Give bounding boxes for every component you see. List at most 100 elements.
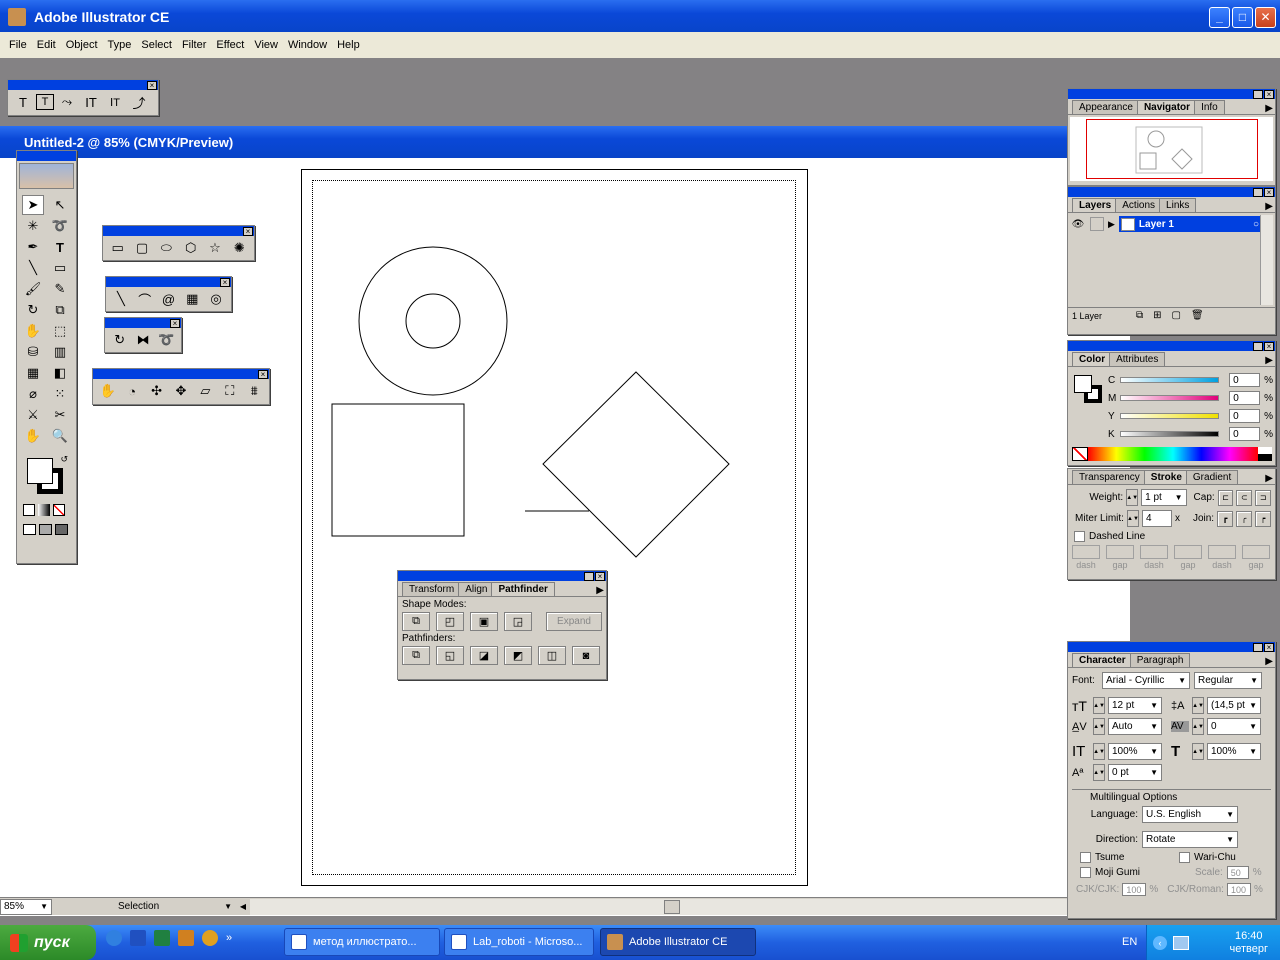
maximize-button[interactable]: □ [1232,6,1253,28]
line-segment-icon[interactable]: ╲ [110,289,132,309]
palette-menu-icon[interactable]: ▶ [596,585,604,596]
fill-swatch[interactable] [1074,375,1092,393]
taskbar-item-word-method[interactable]: метод иллюстрато... [284,928,440,956]
navigator-preview[interactable] [1070,117,1273,181]
flare-icon[interactable]: ✺ [229,238,250,258]
intersect-shape-icon[interactable]: ▣ [470,612,498,631]
status-mode-select[interactable]: Selection ▼ [58,899,236,915]
merge-icon[interactable]: ◪ [470,646,498,665]
layers-scrollbar[interactable] [1260,215,1273,305]
direction-select[interactable]: Rotate ▼ [1142,831,1238,848]
dropdown-arrow-icon[interactable]: ▼ [1150,722,1158,731]
rotate-tool-icon[interactable]: ↻ [22,300,44,320]
scrollbar-thumb[interactable] [664,899,680,914]
hand-tool-icon[interactable]: ✋ [22,426,44,446]
swap-icon[interactable]: ↺ [60,454,68,465]
dropdown-arrow-icon[interactable]: ▼ [1226,835,1234,844]
bevel-join-icon[interactable]: ┍ [1255,510,1272,527]
dropdown-arrow-icon[interactable]: ▼ [1249,701,1257,710]
rectangular-grid-icon[interactable]: ▦ [181,289,203,309]
dash-field[interactable] [1072,545,1100,559]
close-icon[interactable]: × [147,80,157,90]
type-tool-icon[interactable]: T [49,237,71,257]
screen-mode-menubar-icon[interactable] [39,524,52,535]
tab-transform[interactable]: Transform [402,582,462,596]
palette-menu-icon[interactable]: ▶ [1265,656,1273,667]
color-spectrum[interactable] [1072,447,1272,461]
minus-back-icon[interactable]: ◙ [572,646,600,665]
type-icon[interactable]: T [12,92,34,112]
tab-actions[interactable]: Actions [1115,198,1163,212]
selection-tool-icon[interactable]: ➤ [22,195,44,215]
tab-links[interactable]: Links [1159,198,1197,212]
outline-icon[interactable]: ◫ [538,646,566,665]
gradient-tool-icon[interactable]: ◧ [49,363,71,383]
kerning-field[interactable]: Auto ▼ [1108,718,1162,735]
color-slider-k[interactable]: K 0 % [1108,427,1273,441]
horizontal-scale-field[interactable]: 100% ▼ [1207,743,1261,760]
slice-tool-icon[interactable]: ⚔ [22,405,44,425]
eyedropper-tool-icon[interactable]: ⌀ [22,384,44,404]
scale-field[interactable]: 50 [1226,866,1249,879]
close-icon[interactable]: × [243,226,253,236]
vertical-area-type-icon[interactable]: ⅠT [104,92,126,112]
excel-icon[interactable] [154,930,170,946]
dropdown-arrow-icon[interactable]: ▼ [1150,768,1158,777]
subtract-shape-icon[interactable]: ◰ [436,612,464,631]
warichu-checkbox[interactable] [1179,852,1190,863]
quick-launch-chevron[interactable]: » [226,932,232,944]
tab-align[interactable]: Align [458,582,495,596]
leading-spinner[interactable]: ▲▼ [1192,697,1204,714]
minimize-icon[interactable]: _ [1253,187,1263,197]
dropdown-arrow-icon[interactable]: ▼ [1249,722,1257,731]
tab-attributes[interactable]: Attributes [1109,352,1166,366]
baseline-shift-field[interactable]: 0 pt ▼ [1108,764,1162,781]
lasso-tool-icon[interactable]: ➰ [49,216,71,236]
polar-grid-icon[interactable]: ◎ [205,289,227,309]
dropdown-arrow-icon[interactable]: ▼ [1249,747,1257,756]
bloat-icon[interactable]: ✥ [170,381,191,401]
expand-button[interactable]: Expand [546,612,602,631]
delete-layer-icon[interactable]: 🗑 [1191,310,1204,321]
new-layer-icon[interactable]: ▢ [1172,310,1181,321]
vertical-scale-field[interactable]: 100% ▼ [1108,743,1162,760]
weight-field[interactable]: 1 pt ▼ [1141,489,1187,506]
line-tool-icon[interactable]: ╲ [22,258,44,278]
divide-icon[interactable]: ⧉ [402,646,430,665]
spiral-icon[interactable]: @ [158,289,180,309]
tsume-checkbox[interactable] [1080,852,1091,863]
scissors-tool-icon[interactable]: ✂ [49,405,71,425]
blend-tool-icon[interactable]: ⁙ [49,384,71,404]
round-cap-icon[interactable]: ⊂ [1236,489,1253,506]
rectangle-tool-icon[interactable]: ▭ [49,258,71,278]
palette-menu-icon[interactable]: ▶ [1265,201,1273,212]
minimize-icon[interactable]: _ [1253,89,1263,99]
close-icon[interactable]: × [1264,642,1274,652]
minimize-icon[interactable]: _ [584,571,594,581]
dash-field[interactable] [1208,545,1236,559]
none-swatch[interactable] [1072,447,1088,461]
color-slider-c[interactable]: C 0 % [1108,373,1273,387]
menu-file[interactable]: File [4,32,32,58]
cjk-roman-field[interactable]: 100 [1226,883,1251,896]
vertical-scale-spinner[interactable]: ▲▼ [1093,743,1105,760]
visibility-icon[interactable]: 👁 [1070,219,1086,230]
dropdown-arrow-icon[interactable]: ▼ [1226,810,1234,819]
miter-join-icon[interactable]: ┏ [1217,510,1234,527]
vertical-type-icon[interactable]: IT [80,92,102,112]
menu-object[interactable]: Object [61,32,103,58]
twist-icon[interactable]: ➰ [156,330,177,350]
dropdown-arrow-icon[interactable]: ▼ [224,902,232,911]
taskbar-item-illustrator[interactable]: Adobe Illustrator CE [600,928,756,956]
close-icon[interactable]: × [1264,341,1274,351]
close-icon[interactable]: × [1264,89,1274,99]
dropdown-arrow-icon[interactable]: ▼ [1175,493,1183,502]
language-select[interactable]: U.S. English ▼ [1142,806,1238,823]
font-size-field[interactable]: 12 pt ▼ [1108,697,1162,714]
zoom-select[interactable]: 85% ▼ [0,898,52,915]
add-to-shape-icon[interactable]: ⧉ [402,612,430,631]
minimize-icon[interactable]: _ [1253,341,1263,351]
start-button[interactable]: пуск [0,925,96,960]
scroll-left-icon[interactable]: ◀ [236,902,250,911]
tab-info[interactable]: Info [1194,100,1225,114]
